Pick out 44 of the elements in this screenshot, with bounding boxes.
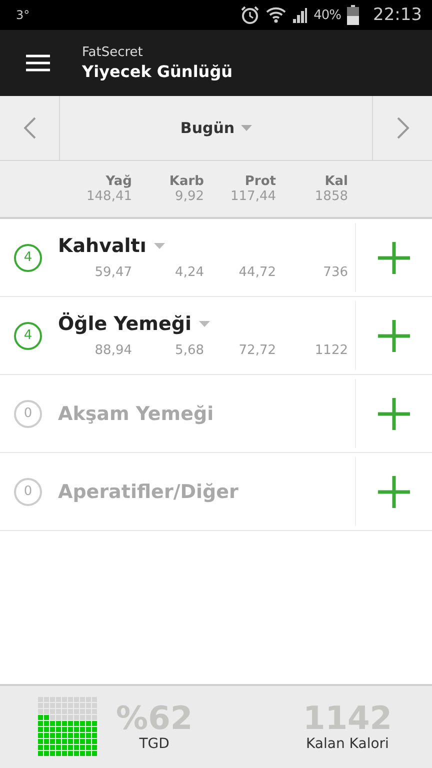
- item-count-badge: 0: [14, 400, 42, 428]
- dropdown-icon: [240, 125, 252, 131]
- nutrient-value: 4,24: [174, 265, 204, 280]
- nutrient-value: 1122: [314, 343, 348, 358]
- column-heading: Prot: [244, 174, 276, 189]
- total-value: 1858: [314, 189, 348, 204]
- dropdown-icon[interactable]: [199, 321, 210, 327]
- clock-time: 22:13: [373, 5, 422, 25]
- nutrient-value: 44,72: [238, 265, 276, 280]
- chevron-right-icon: [396, 117, 408, 139]
- nutrient-value: 5,68: [174, 343, 204, 358]
- meal-name[interactable]: Kahvaltı: [58, 235, 146, 257]
- percent-label: TGD: [139, 736, 170, 752]
- alarm-icon: [240, 5, 260, 25]
- item-count-badge: 4: [14, 244, 42, 272]
- screen-title: Yiyecek Günlüğü: [82, 62, 233, 81]
- total-value: 9,92: [174, 189, 204, 204]
- wifi-icon: [266, 6, 286, 24]
- column-heading: Yağ: [104, 174, 132, 189]
- nutrient-value: 736: [322, 265, 348, 280]
- temperature-text: 3°: [16, 8, 30, 22]
- item-count-badge: 0: [14, 478, 42, 506]
- nutrient-value: 72,72: [238, 343, 276, 358]
- total-value: 148,41: [86, 189, 132, 204]
- dropdown-icon[interactable]: [154, 243, 166, 249]
- nutrient-value: 59,47: [94, 265, 132, 280]
- nutrient-value: 88,94: [94, 343, 132, 358]
- progress-grid-icon: [38, 697, 98, 757]
- item-count-badge: 4: [14, 322, 42, 350]
- battery-icon: [347, 5, 359, 25]
- signal-icon: [292, 7, 308, 23]
- battery-percent: 40%: [314, 8, 341, 22]
- chevron-left-icon: [24, 117, 36, 139]
- column-heading: Karb: [168, 174, 204, 189]
- menu-icon[interactable]: [26, 54, 50, 72]
- plus-icon: [378, 476, 410, 508]
- meal-name[interactable]: Öğle Yemeği: [58, 313, 192, 335]
- plus-icon: [378, 320, 410, 352]
- remaining-label: Kalan Kalori: [306, 736, 389, 752]
- total-value: 117,44: [230, 189, 276, 204]
- plus-icon: [378, 398, 410, 430]
- column-heading: Kal: [324, 174, 348, 189]
- app-name: FatSecret: [82, 45, 144, 60]
- plus-icon: [378, 242, 410, 274]
